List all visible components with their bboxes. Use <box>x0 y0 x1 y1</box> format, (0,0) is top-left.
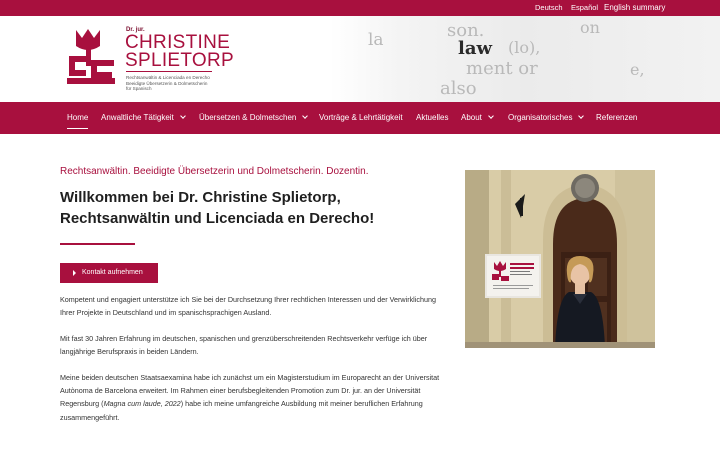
title-divider <box>60 243 135 245</box>
portrait-photo-illustration <box>465 170 655 348</box>
english-summary-link[interactable]: English summary <box>604 0 665 16</box>
nav-item-referenzen[interactable]: Referenzen <box>596 102 637 134</box>
header-image-word: law <box>458 38 492 59</box>
page-tagline: Rechtsanwältin. Beeidigte Übersetzerin u… <box>60 166 369 177</box>
nav-item-label: Aktuelles <box>416 113 449 122</box>
header-image-word: ment or <box>466 58 538 79</box>
page-title: Willkommen bei Dr. Christine Splietorp, … <box>60 189 375 227</box>
header-dictionary-image: son. la law (lo), ment or also on e, <box>330 16 720 102</box>
header-image-word: e, <box>630 60 645 79</box>
language-link-espanol[interactable]: Español <box>571 0 598 16</box>
contact-button[interactable]: Kontakt aufnehmen <box>60 263 158 283</box>
logo-name-last: SPLIETORP <box>125 50 234 71</box>
nav-item-label: About <box>461 113 482 122</box>
nav-item-label: Organisatorisches <box>508 113 573 122</box>
logo-subtitle-line: für Spanisch <box>126 86 152 91</box>
nav-item-vortraege-lehrtaetigkeit[interactable]: Vorträge & Lehrtätigkeit <box>319 102 403 134</box>
language-link-deutsch[interactable]: Deutsch <box>535 0 563 16</box>
nav-item-label: Referenzen <box>596 113 638 122</box>
logo-divider <box>126 71 212 72</box>
nav-item-label: Vorträge & Lehrtätigkeit <box>319 113 403 122</box>
education-paragraph: Meine beiden deutschen Staatsaexamina ha… <box>60 371 440 424</box>
intro-paragraph: Kompetent und engagiert unterstütze ich … <box>60 295 436 318</box>
nav-item-label: Anwaltliche Tätigkeit <box>101 113 174 122</box>
header-image-word: also <box>440 78 477 99</box>
nav-item-aktuelles[interactable]: Aktuelles <box>416 102 448 134</box>
chevron-down-icon <box>578 113 585 119</box>
nav-item-label: Home <box>67 113 89 122</box>
chevron-down-icon <box>488 113 494 119</box>
play-arrow-icon <box>73 270 76 276</box>
nav-item-label: Übersetzen & Dolmetschen <box>199 113 297 122</box>
top-bar: Deutsch Español English summary <box>0 0 720 16</box>
header-image-word: la <box>368 30 384 50</box>
nav-item-anwaltliche-taetigkeit[interactable]: Anwaltliche Tätigkeit <box>101 102 186 134</box>
contact-button-label: Kontakt aufnehmen <box>82 269 143 276</box>
experience-paragraph: Mit fast 30 Jahren Erfahrung im deutsche… <box>60 334 428 357</box>
tulip-logo-icon <box>64 26 122 86</box>
header-image-word: (lo), <box>508 38 541 57</box>
nav-item-uebersetzen-dolmetschen[interactable]: Übersetzen & Dolmetschen <box>199 102 309 134</box>
header-image-word: on <box>580 18 600 37</box>
chevron-down-icon <box>179 113 186 119</box>
education-distinction: Magna cum laude, 2022 <box>103 399 181 409</box>
portrait-photo <box>465 170 655 348</box>
site-header: son. la law (lo), ment or also on e, Dr.… <box>0 16 720 102</box>
chevron-down-icon <box>302 113 309 119</box>
nav-item-about[interactable]: About <box>461 102 494 134</box>
nav-item-home[interactable]: Home <box>67 102 89 134</box>
main-navigation: Home Anwaltliche Tätigkeit Übersetzen & … <box>0 102 720 134</box>
nav-item-organisatorisches[interactable]: Organisatorisches <box>508 102 585 134</box>
